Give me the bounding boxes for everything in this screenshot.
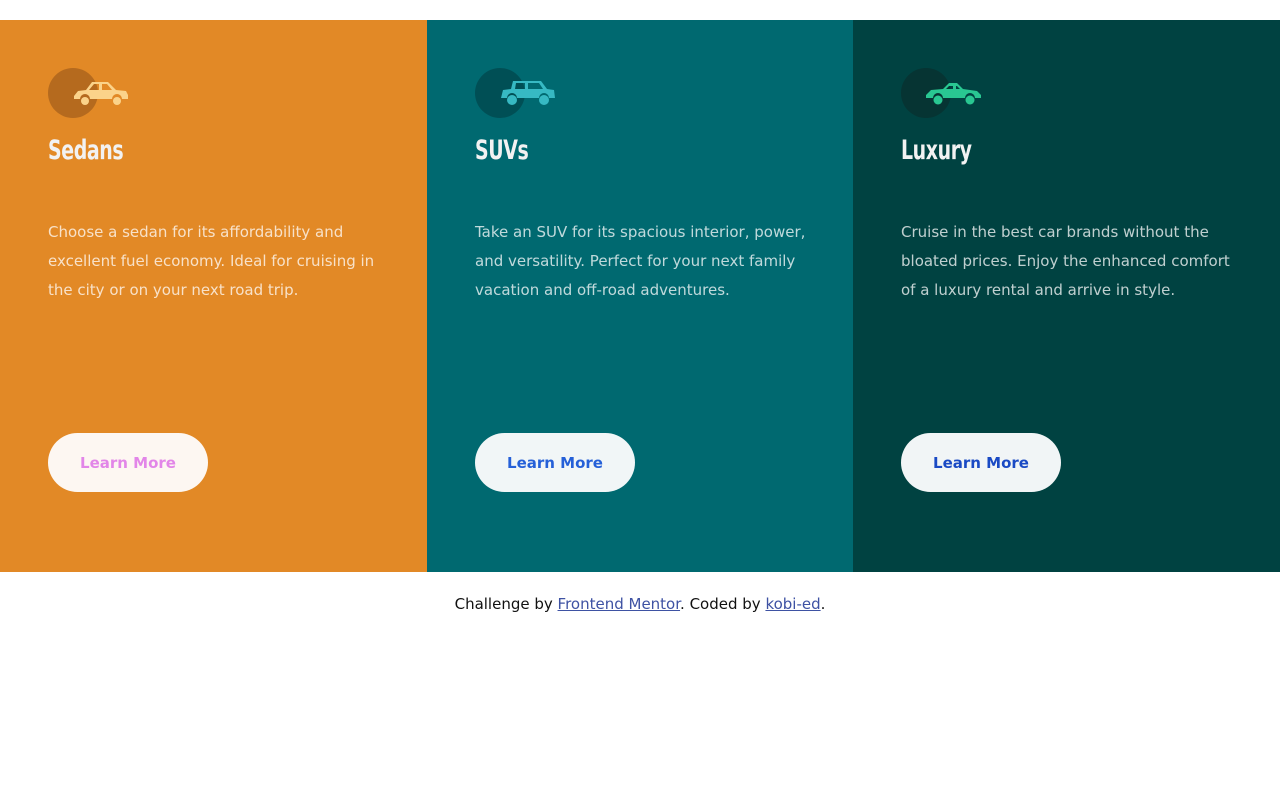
frontend-mentor-link[interactable]: Frontend Mentor bbox=[558, 595, 681, 613]
author-link[interactable]: kobi-ed bbox=[765, 595, 820, 613]
card-sedans: Sedans Choose a sedan for its affordabil… bbox=[0, 20, 427, 572]
suv-car-icon bbox=[501, 81, 555, 105]
card-description: Take an SUV for its spacious interior, p… bbox=[475, 223, 806, 299]
card-suvs: SUVs Take an SUV for its spacious interi… bbox=[427, 20, 853, 572]
luxury-car-icon bbox=[926, 83, 981, 105]
card-icon-wrap bbox=[48, 68, 138, 120]
card-title: Sedans bbox=[48, 135, 124, 166]
attribution-footer: Challenge by Frontend Mentor. Coded by k… bbox=[0, 595, 1280, 613]
sedan-car-icon bbox=[74, 82, 128, 105]
learn-more-button-sedans[interactable]: Learn More bbox=[48, 433, 208, 492]
footer-prefix: Challenge by bbox=[454, 595, 558, 613]
card-description: Choose a sedan for its affordability and… bbox=[48, 223, 375, 299]
card-description: Cruise in the best car brands without th… bbox=[901, 223, 1230, 299]
learn-more-button-luxury[interactable]: Learn More bbox=[901, 433, 1061, 492]
cards-container: Sedans Choose a sedan for its affordabil… bbox=[0, 20, 1280, 572]
card-title: SUVs bbox=[475, 135, 529, 166]
footer-middle: . Coded by bbox=[680, 595, 766, 613]
footer-suffix: . bbox=[820, 595, 826, 613]
card-icon-wrap bbox=[901, 68, 991, 120]
card-icon-wrap bbox=[475, 68, 565, 120]
learn-more-button-suvs[interactable]: Learn More bbox=[475, 433, 635, 492]
card-luxury: Luxury Cruise in the best car brands wit… bbox=[853, 20, 1280, 572]
card-title: Luxury bbox=[901, 135, 972, 166]
